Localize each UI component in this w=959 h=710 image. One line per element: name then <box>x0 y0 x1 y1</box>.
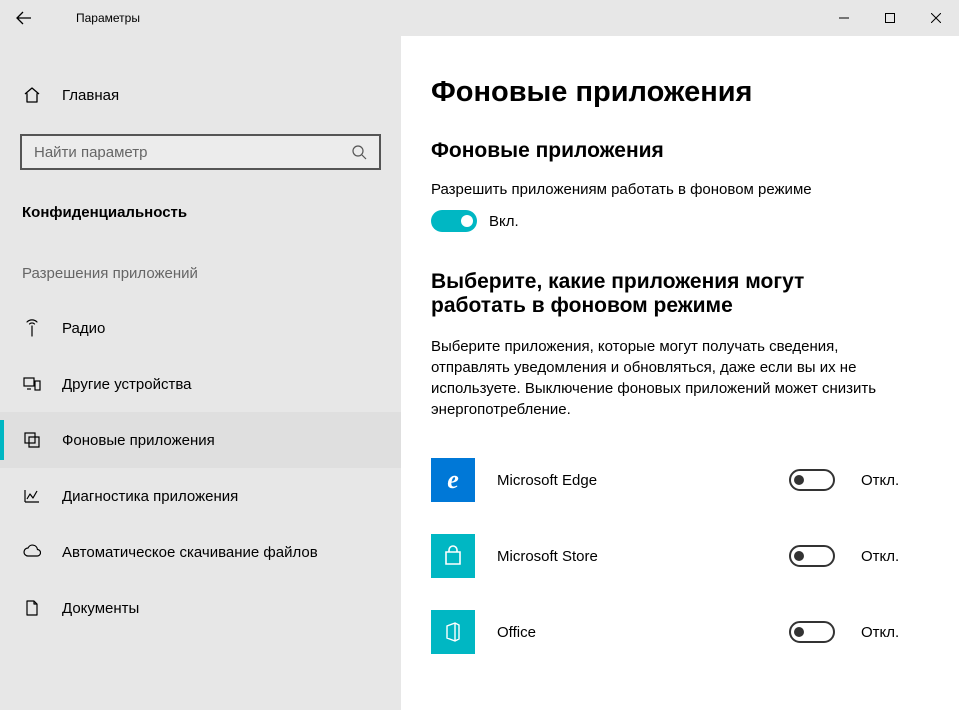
app-toggle-store[interactable] <box>789 545 835 567</box>
nav-home-label: Главная <box>62 87 119 104</box>
radio-icon <box>22 319 42 337</box>
close-button[interactable] <box>913 0 959 36</box>
nav-item-radio[interactable]: Радио <box>0 300 401 356</box>
app-row-office: Office Откл. <box>431 594 929 670</box>
master-toggle-state: Вкл. <box>489 213 519 230</box>
titlebar: Параметры <box>0 0 959 36</box>
cloud-download-icon <box>22 543 42 561</box>
search-wrap <box>0 116 401 170</box>
page-title: Фоновые приложения <box>431 76 929 109</box>
nav-item-background-apps[interactable]: Фоновые приложения <box>0 412 401 468</box>
nav-item-label: Автоматическое скачивание файлов <box>62 544 318 561</box>
choose-section-title: Выберите, какие приложения могут работат… <box>431 270 891 318</box>
app-row-edge: e Microsoft Edge Откл. <box>431 442 929 518</box>
diagnostics-icon <box>22 487 42 505</box>
document-icon <box>22 599 42 617</box>
app-row-store: Microsoft Store Откл. <box>431 518 929 594</box>
search-icon <box>339 144 379 160</box>
app-toggle-state: Откл. <box>861 472 899 489</box>
back-button[interactable] <box>0 0 48 36</box>
minimize-icon <box>839 13 849 23</box>
maximize-icon <box>885 13 895 23</box>
window-title: Параметры <box>76 11 140 25</box>
master-toggle-label: Разрешить приложениям работать в фоновом… <box>431 181 929 198</box>
nav-item-app-diagnostics[interactable]: Диагностика приложения <box>0 468 401 524</box>
master-section-title: Фоновые приложения <box>431 139 929 163</box>
app-toggle-edge[interactable] <box>789 469 835 491</box>
app-name-label: Microsoft Store <box>497 548 789 565</box>
app-toggle-office[interactable] <box>789 621 835 643</box>
nav-home[interactable]: Главная <box>0 74 401 116</box>
nav-item-documents[interactable]: Документы <box>0 580 401 636</box>
nav-list: Радио Другие устройства Фоновые приложен… <box>0 300 401 636</box>
search-input[interactable] <box>22 136 339 168</box>
master-toggle-row: Вкл. <box>431 210 929 232</box>
sidebar: Главная Конфиденциальность Разрешения пр… <box>0 36 401 710</box>
nav-item-label: Фоновые приложения <box>62 432 215 449</box>
office-logo-icon <box>441 620 465 644</box>
window-controls <box>821 0 959 36</box>
home-icon <box>22 86 42 104</box>
back-arrow-icon <box>16 10 32 26</box>
sidebar-category: Конфиденциальность <box>0 170 401 221</box>
edge-icon: e <box>431 458 475 502</box>
background-apps-icon <box>22 431 42 449</box>
devices-icon <box>22 375 42 393</box>
nav-item-label: Диагностика приложения <box>62 488 238 505</box>
nav-item-auto-file-downloads[interactable]: Автоматическое скачивание файлов <box>0 524 401 580</box>
search-box[interactable] <box>20 134 381 170</box>
close-icon <box>931 13 941 23</box>
maximize-button[interactable] <box>867 0 913 36</box>
minimize-button[interactable] <box>821 0 867 36</box>
nav-item-other-devices[interactable]: Другие устройства <box>0 356 401 412</box>
app-toggle-state: Откл. <box>861 624 899 641</box>
app-name-label: Microsoft Edge <box>497 472 789 489</box>
nav-item-label: Радио <box>62 320 105 337</box>
store-icon <box>431 534 475 578</box>
content: Главная Конфиденциальность Разрешения пр… <box>0 36 959 710</box>
shopping-bag-icon <box>441 544 465 568</box>
office-icon <box>431 610 475 654</box>
app-list: e Microsoft Edge Откл. Microsoft Store О… <box>431 442 929 670</box>
nav-item-label: Документы <box>62 600 139 617</box>
choose-description: Выберите приложения, которые могут получ… <box>431 336 921 420</box>
master-toggle[interactable] <box>431 210 477 232</box>
app-name-label: Office <box>497 624 789 641</box>
main-pane: Фоновые приложения Фоновые приложения Ра… <box>401 36 959 710</box>
sidebar-group-label: Разрешения приложений <box>0 221 401 300</box>
app-toggle-state: Откл. <box>861 548 899 565</box>
nav-item-label: Другие устройства <box>62 376 191 393</box>
